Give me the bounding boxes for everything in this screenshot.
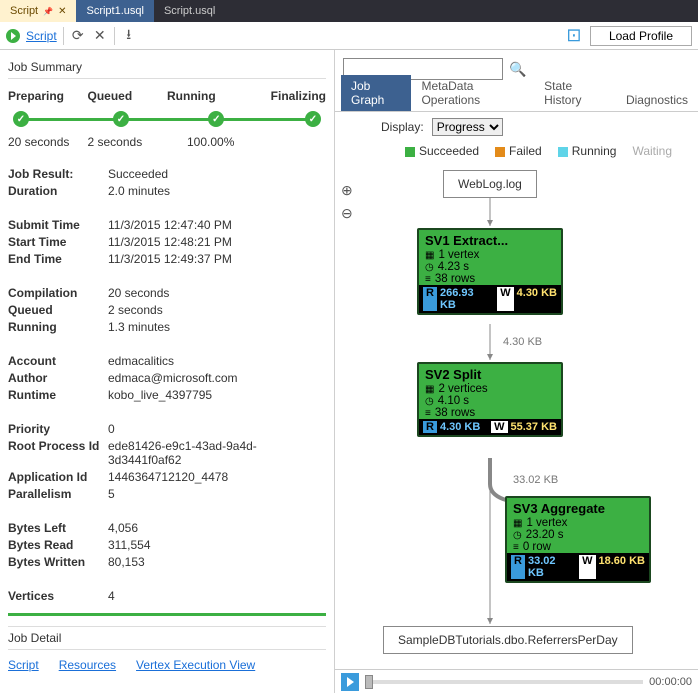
legend-failed-icon <box>495 147 505 157</box>
check-icon <box>113 111 129 127</box>
play-button[interactable] <box>341 673 359 691</box>
sv1-node[interactable]: SV1 Extract... ▦1 vertex ◷4.23 s ≡38 row… <box>417 228 563 315</box>
display-label: Display: <box>381 120 424 134</box>
edge-label: 4.30 KB <box>503 336 542 348</box>
edge-label: 33.02 KB <box>513 474 558 486</box>
kv-row: Job Result:Succeeded <box>8 167 326 181</box>
tab-script[interactable]: Script 📌 ✕ <box>0 0 76 22</box>
tab-label: Script <box>10 5 38 17</box>
kv-row: Application Id1446364712120_4478 <box>8 470 326 484</box>
phase-progress <box>8 109 326 129</box>
display-select[interactable]: Progress <box>432 118 503 136</box>
separator <box>114 27 115 45</box>
check-icon <box>305 111 321 127</box>
legend-running-icon <box>558 147 568 157</box>
right-panel: 🔍 Job Graph MetaData Operations State Hi… <box>335 50 698 693</box>
slider-thumb[interactable] <box>365 675 373 689</box>
vertex-icon: ▦ <box>425 384 434 395</box>
tab-state-history[interactable]: State History <box>534 75 616 111</box>
phase-queued: Queued <box>88 89 168 103</box>
check-icon <box>208 111 224 127</box>
tab-job-graph[interactable]: Job Graph <box>341 75 411 111</box>
clock-icon: ◷ <box>513 530 522 541</box>
playback-time: 00:00:00 <box>649 676 692 688</box>
kv-row: Bytes Left4,056 <box>8 521 326 535</box>
sv3-node[interactable]: SV3 Aggregate ▦1 vertex ◷23.20 s ≡0 row … <box>505 496 651 583</box>
rows-icon: ≡ <box>425 274 431 285</box>
kv-row: Priority0 <box>8 422 326 436</box>
vertex-icon: ▦ <box>425 250 434 261</box>
kv-row: Parallelism5 <box>8 487 326 501</box>
kv-row: Bytes Written80,153 <box>8 555 326 569</box>
tab-script1-usql[interactable]: Script1.usql <box>76 0 153 22</box>
kv-row: Submit Time11/3/2015 12:47:40 PM <box>8 218 326 232</box>
phase-values: 20 seconds 2 seconds 100.00% <box>8 135 326 149</box>
pin-icon: 📌 <box>43 7 53 16</box>
kv-row: Start Time11/3/2015 12:48:21 PM <box>8 235 326 249</box>
detail-links: Script Resources Vertex Execution View <box>8 658 326 682</box>
resources-link[interactable]: Resources <box>59 658 116 672</box>
phase-finalizing: Finalizing <box>247 89 327 103</box>
right-tabs: Job Graph MetaData Operations State Hist… <box>335 88 698 112</box>
check-icon <box>13 111 29 127</box>
phase-preparing: Preparing <box>8 89 88 103</box>
script-link[interactable]: Script <box>8 658 39 672</box>
input-node[interactable]: WebLog.log <box>443 170 537 198</box>
progress-bar <box>8 613 326 616</box>
script-link[interactable]: Script <box>26 29 57 43</box>
sv2-node[interactable]: SV2 Split ▦2 vertices ◷4.10 s ≡38 rows R… <box>417 362 563 437</box>
legend-succeeded-icon <box>405 147 415 157</box>
phase-val: 100.00% <box>167 135 247 149</box>
tab-script-usql[interactable]: Script.usql <box>154 0 225 22</box>
legend: Succeeded Failed Running Waiting <box>335 142 698 164</box>
refresh-icon[interactable]: ⟳ <box>70 28 86 44</box>
phase-running: Running <box>167 89 247 103</box>
close-icon[interactable]: ✕ <box>58 6 66 17</box>
kv-row: Root Process Idede81426-e9c1-43ad-9a4d-3… <box>8 439 326 467</box>
editor-tab-bar: Script 📌 ✕ Script1.usql Script.usql <box>0 0 698 22</box>
clock-icon: ◷ <box>425 262 434 273</box>
job-detail-header: Job Detail <box>8 626 326 650</box>
phase-val: 20 seconds <box>8 135 88 149</box>
kv-row: Bytes Read311,554 <box>8 538 326 552</box>
clock-icon: ◷ <box>425 396 434 407</box>
kv-row: End Time11/3/2015 12:49:37 PM <box>8 252 326 266</box>
vev-link[interactable]: Vertex Execution View <box>136 658 255 672</box>
feedback-icon[interactable]: ⊡ <box>566 28 582 44</box>
run-icon[interactable] <box>6 29 20 43</box>
rows-icon: ≡ <box>513 542 519 553</box>
kv-row: Running1.3 minutes <box>8 320 326 334</box>
toolbar: Script ⟳ ✕ ⭳ ⊡ Load Profile <box>0 22 698 50</box>
kv-row: Authoredmaca@microsoft.com <box>8 371 326 385</box>
job-graph-canvas[interactable]: WebLog.log SV1 Extract... ▦1 vertex ◷4.2… <box>335 164 698 684</box>
tab-label: Script1.usql <box>86 5 143 17</box>
cancel-icon[interactable]: ✕ <box>92 28 108 44</box>
phase-labels: Preparing Queued Running Finalizing <box>8 89 326 103</box>
load-profile-button[interactable]: Load Profile <box>590 26 692 46</box>
output-node[interactable]: SampleDBTutorials.dbo.ReferrersPerDay <box>383 626 633 654</box>
download-icon[interactable]: ⭳ <box>121 28 137 44</box>
kv-row: Vertices4 <box>8 589 326 603</box>
tab-label: Script.usql <box>164 5 215 17</box>
rows-icon: ≡ <box>425 408 431 419</box>
tab-metadata-ops[interactable]: MetaData Operations <box>411 75 534 111</box>
kv-row: Duration2.0 minutes <box>8 184 326 198</box>
job-summary-header: Job Summary <box>8 56 326 79</box>
phase-val <box>247 135 327 149</box>
kv-row: Compilation20 seconds <box>8 286 326 300</box>
left-panel: Job Summary Preparing Queued Running Fin… <box>0 50 335 693</box>
playback-slider[interactable] <box>365 680 643 684</box>
kv-row: Runtimekobo_live_4397795 <box>8 388 326 402</box>
kv-row: Queued2 seconds <box>8 303 326 317</box>
playback-bar: 00:00:00 <box>335 669 698 693</box>
vertex-icon: ▦ <box>513 518 522 529</box>
tab-diagnostics[interactable]: Diagnostics <box>616 89 698 111</box>
phase-val: 2 seconds <box>88 135 168 149</box>
separator <box>63 27 64 45</box>
kv-row: Accountedmacalitics <box>8 354 326 368</box>
